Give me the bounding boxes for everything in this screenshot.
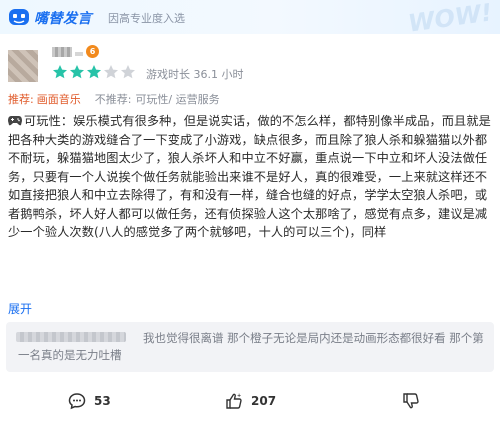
wow-decoration: WOW! — [406, 0, 494, 34]
expand-link[interactable]: 展开 — [8, 300, 32, 317]
comment-count: 53 — [94, 394, 111, 408]
header-banner: 嘴替发言 因高专业度入选 WOW! — [0, 0, 500, 34]
comment-button[interactable]: 53 — [68, 392, 111, 410]
level-badge: 6 — [86, 45, 99, 58]
recommendation-tags: 推荐: 画面音乐 不推荐: 可玩性/ 运营服务 — [8, 91, 220, 107]
comment-icon — [68, 393, 86, 410]
dislike-button[interactable] — [402, 392, 420, 410]
comment-preview[interactable]: 我也觉得很离谱 那个橙子无论是局内还是动画形态都很好看 那个第一名真的是无力吐槽 — [6, 322, 494, 372]
playtime: 游戏时长 36.1 小时 — [146, 68, 244, 81]
logo-text: 嘴替发言 — [34, 11, 92, 27]
action-bar: 53 + 207 — [0, 392, 500, 420]
star-filled-icon — [70, 65, 84, 79]
star-empty-icon — [121, 65, 135, 79]
username-blurred[interactable] — [52, 47, 72, 57]
svg-text:+: + — [237, 393, 241, 399]
star-filled-icon — [87, 65, 101, 79]
not-recommend-value: 可玩性/ 运营服务 — [135, 93, 220, 106]
recommend-value: 画面音乐 — [36, 93, 81, 106]
like-button[interactable]: + 207 — [225, 392, 276, 410]
username-blurred-tail — [75, 52, 83, 56]
comment-text: 我也觉得很离谱 那个橙子无论是局内还是动画形态都很好看 那个第一名真的是无力吐槽 — [18, 331, 484, 362]
thumbs-down-icon — [403, 393, 419, 409]
tagline: 因高专业度入选 — [108, 12, 185, 25]
not-recommend-label: 不推荐: — [94, 93, 132, 106]
gamepad-icon — [8, 116, 22, 126]
star-empty-icon — [104, 65, 118, 79]
star-filled-icon — [53, 65, 67, 79]
review-body: 可玩性：娱乐模式有很多种，但是说实话，做的不怎么样，都特别像半成品，而且就是把各… — [8, 112, 492, 242]
avatar[interactable] — [8, 50, 38, 82]
review-text: 可玩性：娱乐模式有很多种，但是说实话，做的不怎么样，都特别像半成品，而且就是把各… — [8, 114, 491, 239]
thumbs-up-icon: + — [226, 393, 242, 409]
recommend-label: 推荐: — [8, 93, 34, 106]
star-rating — [52, 64, 136, 80]
mouth-logo-icon — [9, 9, 29, 25]
like-count: 207 — [251, 394, 277, 408]
